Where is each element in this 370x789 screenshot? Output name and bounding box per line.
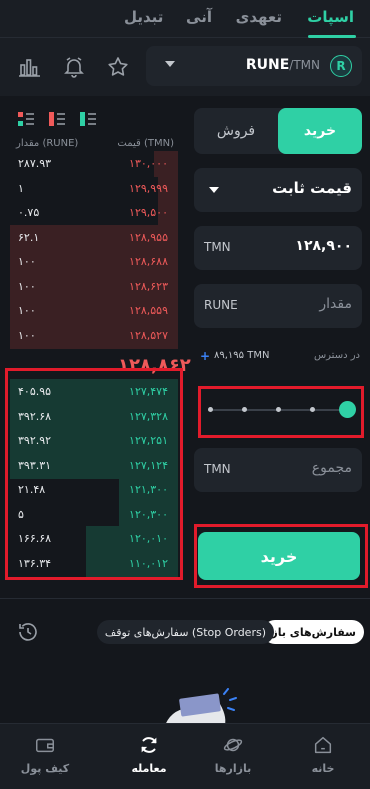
sell-order-row[interactable]: ۱۰۰ ۱۲۸,۵۲۷	[10, 322, 178, 349]
pair-name: RUNE/TMN	[246, 57, 320, 73]
order-price: ۱۲۸,۹۵۵	[129, 230, 168, 244]
price-field[interactable]: ۱۲۸,۹۰۰ TMN	[194, 226, 362, 270]
total-placeholder: مجموع	[311, 460, 352, 476]
side-toggle: خرید فروش	[194, 108, 362, 154]
sell-order-row[interactable]: ۱۰۰ ۱۲۸,۵۵۹	[10, 298, 178, 324]
nav-home[interactable]: خانه	[288, 734, 358, 784]
sell-order-row[interactable]: ۶۲.۱ ۱۲۸,۹۵۵	[10, 224, 178, 251]
orderbook-sells-icon[interactable]	[49, 112, 65, 126]
order-amount: ۱۰۰	[18, 279, 36, 293]
sell-order-row[interactable]: ۱۰۰ ۱۲۸,۶۸۸	[10, 249, 178, 275]
order-price: ۱۲۹,۵۰۰	[129, 206, 168, 219]
empty-orders-illustration	[150, 688, 240, 728]
tab-convert[interactable]: تبدیل	[124, 8, 163, 26]
nav-trade[interactable]: معامله	[114, 734, 184, 784]
highlight-buy-orders	[5, 368, 183, 580]
order-price: ۱۲۸,۶۲۳	[129, 279, 168, 293]
tab-spot[interactable]: اسپات	[307, 8, 354, 26]
total-field[interactable]: مجموع TMN	[194, 448, 362, 492]
tab-stop-orders[interactable]: سفارش‌های توقف (Stop Orders)	[96, 620, 274, 644]
trade-mode-tabs: اسپات تعهدی آنی تبدیل	[0, 0, 370, 38]
price-unit: TMN	[204, 240, 231, 254]
chevron-down-icon	[165, 61, 175, 67]
sell-order-row[interactable]: ۱۰۰ ۱۲۸,۶۲۳	[10, 273, 178, 300]
orderbook-price-header: قیمت (TMN)	[117, 138, 174, 149]
sell-order-row[interactable]: ۰.۷۵ ۱۲۹,۵۰۰	[10, 200, 178, 226]
history-icon[interactable]	[16, 620, 40, 644]
pair-base: RUNE	[245, 57, 290, 73]
bottom-nav: خانه بازارها معامله کیف پول	[0, 723, 370, 789]
favorite-star-icon[interactable]	[104, 53, 132, 81]
home-icon	[314, 736, 332, 754]
pair-quote: /TMN	[289, 58, 320, 72]
nav-markets-label: بازارها	[214, 762, 252, 775]
order-price: ۱۲۹,۹۹۹	[129, 181, 168, 195]
tab-instant[interactable]: آنی	[186, 8, 212, 26]
buy-side-tab[interactable]: خرید	[278, 108, 362, 154]
price-alert-icon[interactable]	[60, 53, 88, 81]
wallet-icon	[36, 738, 54, 753]
total-unit: TMN	[204, 462, 231, 476]
amount-placeholder: مقدار	[319, 296, 352, 312]
order-type-select[interactable]: قیمت ثابت	[194, 168, 362, 212]
nav-home-label: خانه	[311, 762, 335, 775]
amount-field[interactable]: مقدار RUNE	[194, 284, 362, 328]
order-amount: ۶۲.۱	[18, 230, 40, 244]
rune-coin-icon: R	[330, 55, 352, 77]
highlight-slider	[198, 386, 364, 438]
order-amount: ۲۸۷.۹۳	[18, 157, 52, 170]
chart-icon[interactable]	[16, 53, 44, 81]
nav-wallet-label: کیف پول	[20, 762, 70, 775]
sell-order-row[interactable]: ۲۸۷.۹۳ ۱۳۰,۰۰۰	[10, 151, 178, 177]
price-value: ۱۲۸,۹۰۰	[295, 238, 352, 254]
orderbook-buys-icon[interactable]	[80, 112, 96, 126]
order-amount: ۰.۷۵	[18, 206, 40, 219]
sell-order-row[interactable]: ۱ ۱۲۹,۹۹۹	[10, 175, 178, 202]
orderbook-view-switcher	[18, 110, 102, 128]
orderbook-amount-header: مقدار (RUNE)	[16, 138, 79, 149]
available-balance: در دسترس ۸۹,۱۹۵ TMN +	[196, 349, 362, 366]
order-price: ۱۳۰,۰۰۰	[129, 157, 168, 170]
divider	[0, 598, 370, 599]
amount-unit: RUNE	[204, 298, 238, 312]
order-price: ۱۲۸,۵۲۷	[129, 328, 168, 342]
nav-trade-label: معامله	[131, 762, 167, 775]
tab-margin[interactable]: تعهدی	[236, 8, 282, 26]
trade-exchange-icon	[141, 737, 157, 753]
order-price: ۱۲۸,۶۸۸	[129, 255, 168, 268]
pair-toolbar: RUNE/TMN R	[0, 38, 370, 96]
order-amount: ۱۰۰	[18, 255, 36, 268]
order-amount: ۱۰۰	[18, 328, 36, 342]
available-value: ۸۹,۱۹۵ TMN	[214, 350, 270, 361]
pair-selector[interactable]: RUNE/TMN R	[146, 46, 362, 86]
orderbook-both-icon[interactable]	[18, 112, 34, 126]
highlight-submit	[194, 524, 368, 588]
tab-open-orders[interactable]: سفارش‌های باز	[263, 620, 364, 644]
nav-wallet[interactable]: کیف پول	[10, 734, 80, 784]
deposit-plus-icon[interactable]: +	[200, 349, 210, 363]
planet-icon	[223, 738, 243, 752]
order-price: ۱۲۸,۵۵۹	[129, 304, 168, 317]
order-amount: ۱	[18, 181, 24, 195]
chevron-down-icon	[209, 187, 219, 193]
nav-markets[interactable]: بازارها	[198, 734, 268, 784]
available-label: در دسترس	[313, 350, 360, 361]
order-type-value: قیمت ثابت	[272, 179, 352, 197]
sell-side-tab[interactable]: فروش	[194, 108, 278, 154]
order-amount: ۱۰۰	[18, 304, 36, 317]
